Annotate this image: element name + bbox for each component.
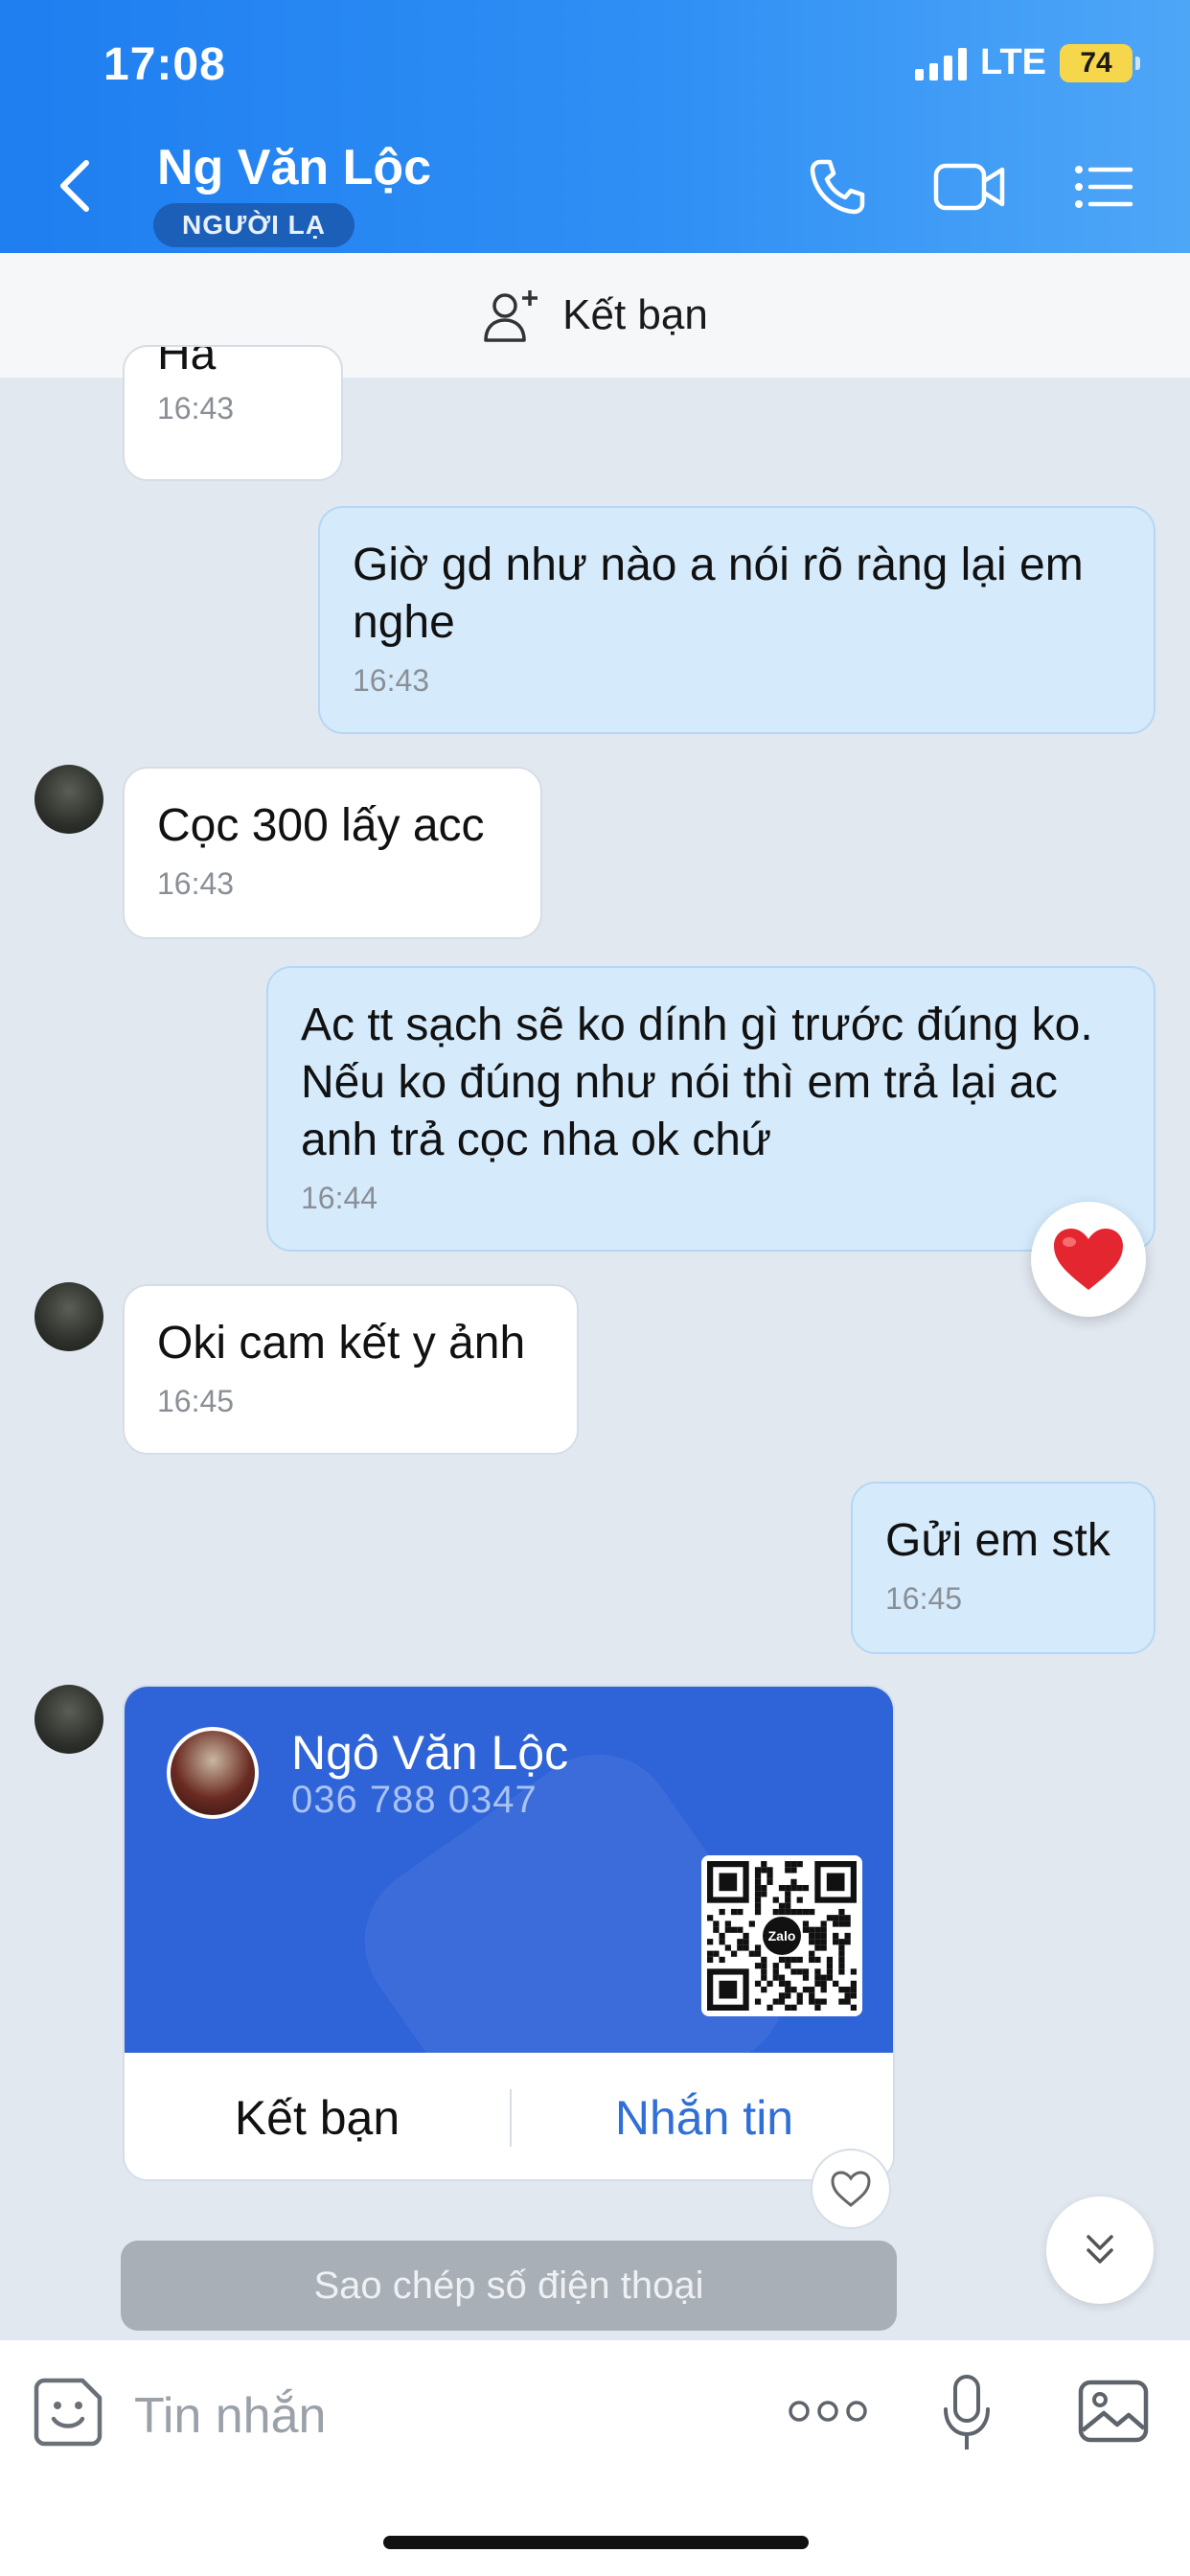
message-text: Ha (157, 345, 217, 380)
message-composer (0, 2340, 1190, 2576)
message-time: 16:45 (885, 1581, 963, 1616)
more-dots-icon (789, 2401, 867, 2422)
list-menu-icon (1075, 166, 1133, 208)
contact-card[interactable]: Ngô Văn Lộc 036 788 0347 Zalo Kết bạn Nh… (123, 1685, 895, 2181)
card-add-friend-button[interactable]: Kết bạn (125, 2053, 510, 2179)
message-text: Oki cam kết y ảnh (157, 1318, 526, 1368)
back-button[interactable] (56, 157, 113, 224)
message-bubble-outgoing[interactable]: Giờ gd như nào a nói rõ ràng lại em nghe… (318, 506, 1156, 734)
status-time: 17:08 (103, 39, 226, 90)
sender-avatar[interactable] (34, 765, 103, 834)
card-contact-name: Ngô Văn Lộc (291, 1726, 569, 1780)
video-call-button[interactable] (933, 156, 1006, 222)
signal-icon (915, 46, 968, 80)
message-time: 16:43 (157, 866, 235, 901)
heart-reaction[interactable] (1031, 1202, 1146, 1317)
message-text: Cọc 300 lấy acc (157, 800, 485, 851)
microphone-icon (944, 2375, 990, 2450)
contact-card-header: Ngô Văn Lộc 036 788 0347 Zalo (125, 1687, 893, 2053)
video-camera-icon (933, 163, 1005, 211)
message-time: 16:45 (157, 1384, 235, 1418)
add-friend-label: Kết bạn (562, 291, 708, 338)
message-time: 16:43 (353, 663, 430, 698)
voice-record-button[interactable] (941, 2373, 993, 2458)
battery-icon: 74 (1060, 43, 1140, 82)
sticker-button[interactable] (33, 2377, 103, 2452)
chat-header: 17:08 LTE 74 Ng Văn Lộc NGƯỜI LẠ (0, 0, 1190, 253)
message-bubble-outgoing[interactable]: Ac tt sạch sẽ ko dính gì trước đúng ko. … (266, 966, 1156, 1252)
message-time: 16:43 (157, 391, 235, 426)
stranger-badge: NGƯỜI LẠ (153, 203, 355, 247)
qr-code-icon: Zalo (707, 1861, 857, 2011)
like-button[interactable] (811, 2149, 891, 2229)
contact-card-actions: Kết bạn Nhắn tin (125, 2053, 893, 2179)
zalo-logo: Zalo (768, 1928, 796, 1944)
message-bubble-incoming[interactable]: Cọc 300 lấy acc 16:43 (123, 767, 542, 939)
voice-call-button[interactable] (807, 156, 868, 222)
status-indicators: LTE 74 (915, 42, 1140, 83)
qr-code[interactable]: Zalo (701, 1855, 862, 2016)
add-user-icon (484, 290, 538, 342)
chevron-left-icon (60, 160, 89, 212)
copy-phone-button[interactable]: Sao chép số điện thoại (121, 2241, 897, 2331)
more-options-button[interactable] (788, 2398, 868, 2429)
card-avatar (167, 1727, 259, 1819)
photo-button[interactable] (1077, 2379, 1150, 2449)
message-text: Gửi em stk (885, 1515, 1110, 1566)
message-text: Ac tt sạch sẽ ko dính gì trước đúng ko. … (301, 1000, 1093, 1165)
sender-avatar[interactable] (34, 1685, 103, 1754)
message-text: Giờ gd như nào a nói rõ ràng lại em nghe (353, 540, 1084, 648)
message-bubble-incoming[interactable]: Oki cam kết y ảnh 16:45 (123, 1284, 579, 1455)
scroll-to-bottom-button[interactable] (1046, 2196, 1154, 2304)
message-bubble-outgoing[interactable]: Gửi em stk 16:45 (851, 1482, 1156, 1654)
double-chevron-down-icon (1087, 2235, 1113, 2264)
sender-avatar[interactable] (34, 1282, 103, 1351)
network-type: LTE (980, 42, 1046, 82)
sticker-icon (34, 2378, 103, 2447)
heart-outline-icon (831, 2171, 871, 2207)
heart-icon (1054, 1229, 1123, 1290)
image-icon (1078, 2380, 1149, 2443)
message-input[interactable] (134, 2373, 747, 2459)
battery-level: 74 (1080, 46, 1112, 79)
phone-icon (810, 159, 865, 215)
chat-options-button[interactable] (1073, 156, 1134, 222)
contact-name[interactable]: Ng Văn Lộc (157, 139, 431, 196)
card-phone-number: 036 788 0347 (291, 1779, 538, 1821)
home-indicator (383, 2536, 809, 2549)
message-bubble-incoming[interactable]: Ha 16:43 (123, 345, 343, 481)
message-time: 16:44 (301, 1181, 378, 1215)
